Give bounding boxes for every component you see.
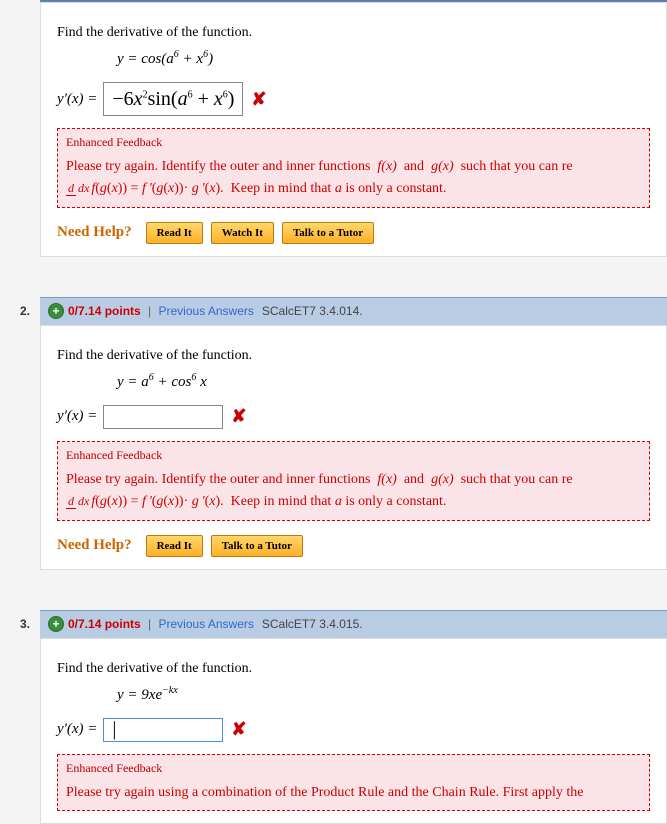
question-1-body: Find the derivative of the function. y =…: [40, 2, 667, 257]
answer-label: y'(x) =: [57, 721, 97, 738]
equation: y = cos(a6 + x6): [117, 49, 650, 68]
feedback-box: Enhanced Feedback Please try again. Iden…: [57, 441, 650, 521]
feedback-box: Enhanced Feedback Please try again using…: [57, 754, 650, 811]
feedback-title: Enhanced Feedback: [66, 761, 641, 776]
feedback-body: Please try again. Identify the outer and…: [66, 156, 641, 201]
talk-to-tutor-button[interactable]: Talk to a Tutor: [211, 535, 303, 557]
answer-label: y'(x) =: [57, 91, 97, 108]
read-it-button[interactable]: Read It: [146, 535, 203, 557]
question-number: 3.: [20, 617, 40, 631]
question-2-header: 2. + 0/7.14 points | Previous Answers SC…: [40, 297, 667, 325]
feedback-title: Enhanced Feedback: [66, 135, 641, 150]
equation: y = a6 + cos6 x: [117, 372, 650, 391]
question-prompt: Find the derivative of the function.: [57, 25, 650, 41]
answer-row: y'(x) = ✘: [57, 405, 650, 429]
question-3-body: Find the derivative of the function. y =…: [40, 638, 667, 824]
answer-input-empty[interactable]: [103, 405, 223, 429]
reference: SCalcET7 3.4.015.: [262, 617, 363, 631]
x-icon: ✘: [231, 406, 246, 427]
question-2-body: Find the derivative of the function. y =…: [40, 325, 667, 570]
previous-answers-link[interactable]: Previous Answers: [159, 617, 254, 631]
read-it-button[interactable]: Read It: [146, 222, 203, 244]
previous-answers-link[interactable]: Previous Answers: [159, 304, 254, 318]
feedback-body: Please try again using a combination of …: [66, 782, 641, 804]
question-prompt: Find the derivative of the function.: [57, 348, 650, 364]
answer-row: y'(x) = −6x2sin(a6 + x6) ✘: [57, 82, 650, 116]
feedback-box: Enhanced Feedback Please try again. Iden…: [57, 128, 650, 208]
need-help-row: Need Help? Read It Watch It Talk to a Tu…: [57, 222, 650, 244]
feedback-title: Enhanced Feedback: [66, 448, 641, 463]
talk-to-tutor-button[interactable]: Talk to a Tutor: [282, 222, 374, 244]
need-help-row: Need Help? Read It Talk to a Tutor: [57, 535, 650, 557]
x-icon: ✘: [251, 89, 266, 110]
points: 0/7.14 points: [68, 617, 141, 631]
answer-input-filled[interactable]: −6x2sin(a6 + x6): [103, 82, 243, 116]
reference: SCalcET7 3.4.014.: [262, 304, 363, 318]
answer-row: y'(x) = ​| ✘: [57, 718, 650, 742]
need-help-label: Need Help?: [57, 537, 132, 554]
answer-input-focused[interactable]: ​|: [103, 718, 223, 742]
feedback-body: Please try again. Identify the outer and…: [66, 469, 641, 514]
question-number: 2.: [20, 304, 40, 318]
plus-icon[interactable]: +: [48, 616, 64, 632]
x-icon: ✘: [231, 719, 246, 740]
plus-icon[interactable]: +: [48, 303, 64, 319]
equation: y = 9xe−kx: [117, 685, 650, 704]
question-3-header: 3. + 0/7.14 points | Previous Answers SC…: [40, 610, 667, 638]
answer-label: y'(x) =: [57, 408, 97, 425]
points: 0/7.14 points: [68, 304, 141, 318]
question-prompt: Find the derivative of the function.: [57, 661, 650, 677]
need-help-label: Need Help?: [57, 224, 132, 241]
watch-it-button[interactable]: Watch It: [211, 222, 274, 244]
